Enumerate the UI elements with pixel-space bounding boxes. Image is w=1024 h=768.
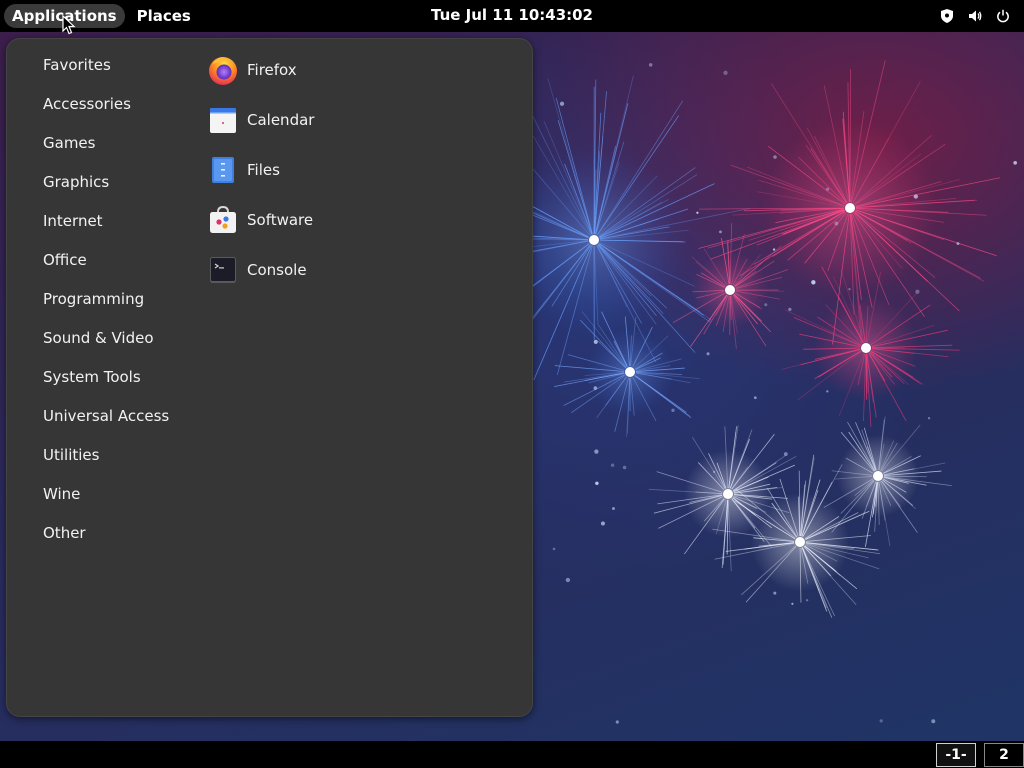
app-console[interactable]: Console (203, 248, 503, 292)
category-programming[interactable]: Programming (31, 284, 191, 314)
category-internet[interactable]: Internet (31, 206, 191, 236)
volume-icon[interactable] (968, 9, 982, 23)
app-label: Calendar (247, 111, 315, 129)
app-label: Firefox (247, 61, 297, 79)
bottom-panel: -1- 2 (0, 741, 1024, 768)
power-icon[interactable] (996, 9, 1010, 23)
firefox-icon (207, 54, 239, 86)
calendar-icon (207, 104, 239, 136)
category-system-tools[interactable]: System Tools (31, 362, 191, 392)
category-graphics[interactable]: Graphics (31, 167, 191, 197)
category-sound-video[interactable]: Sound & Video (31, 323, 191, 353)
category-universal-access[interactable]: Universal Access (31, 401, 191, 431)
system-tray (940, 0, 1010, 32)
category-accessories[interactable]: Accessories (31, 89, 191, 119)
category-office[interactable]: Office (31, 245, 191, 275)
app-label: Software (247, 211, 314, 229)
app-software[interactable]: Software (203, 198, 503, 242)
category-favorites[interactable]: Favorites (31, 50, 191, 80)
mouse-cursor-icon (62, 15, 76, 35)
applications-menu-popup: Favorites Accessories Games Graphics Int… (6, 38, 533, 717)
places-menu-button[interactable]: Places (129, 4, 199, 28)
app-calendar[interactable]: Calendar (203, 98, 503, 142)
clock-button[interactable]: Tue Jul 11 10:43:02 (431, 6, 593, 24)
workspace-2-button[interactable]: 2 (984, 743, 1024, 767)
top-panel: Applications Places Tue Jul 11 10:43:02 (0, 0, 1024, 32)
console-icon (207, 254, 239, 286)
app-label: Console (247, 261, 307, 279)
category-other[interactable]: Other (31, 518, 191, 548)
workspace-1-button[interactable]: -1- (936, 743, 976, 767)
app-label: Files (247, 161, 280, 179)
software-icon (207, 204, 239, 236)
app-firefox[interactable]: Firefox (203, 48, 503, 92)
app-files[interactable]: Files (203, 148, 503, 192)
category-utilities[interactable]: Utilities (31, 440, 191, 470)
files-icon (207, 154, 239, 186)
category-games[interactable]: Games (31, 128, 191, 158)
category-wine[interactable]: Wine (31, 479, 191, 509)
shield-icon[interactable] (940, 9, 954, 23)
